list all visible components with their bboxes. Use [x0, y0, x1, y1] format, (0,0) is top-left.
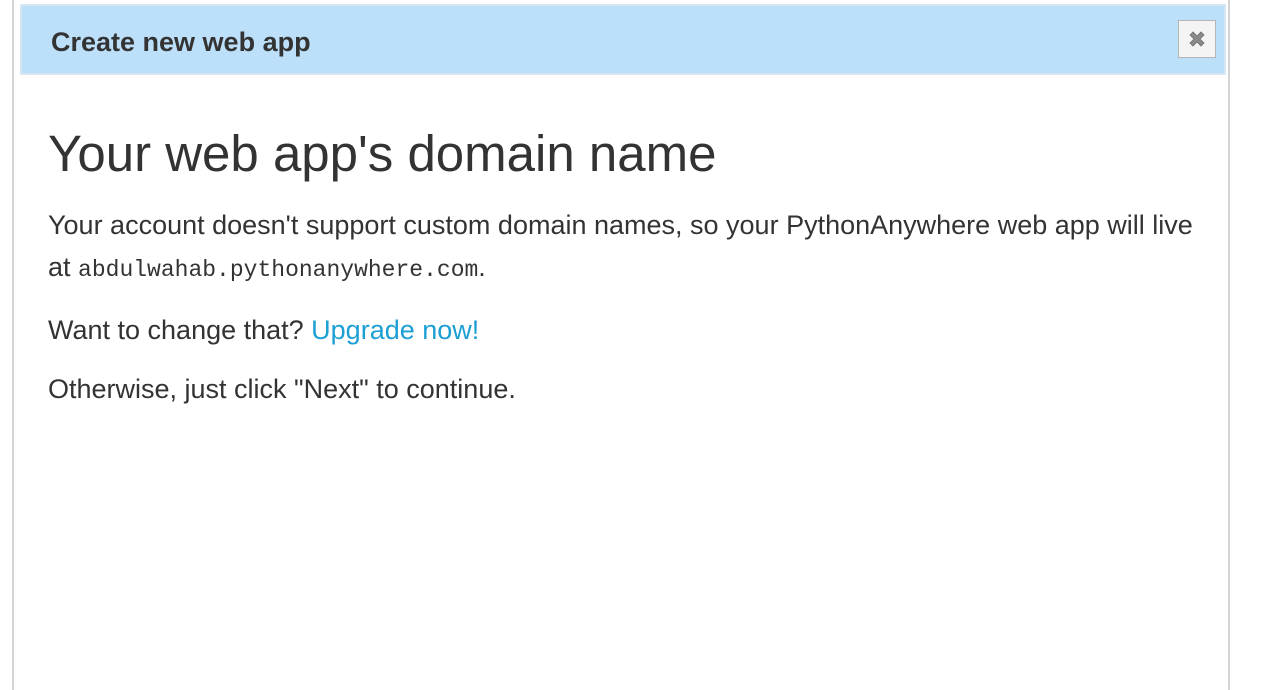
- domain-explanation-end: .: [478, 252, 486, 282]
- page-heading: Your web app's domain name: [48, 125, 717, 182]
- upgrade-now-link[interactable]: Upgrade now!: [311, 315, 479, 345]
- continue-instruction: Otherwise, just click "Next" to continue…: [48, 374, 516, 404]
- close-icon: [1189, 31, 1205, 47]
- upgrade-prompt: Want to change that? Upgrade now!: [48, 309, 1208, 351]
- dialog-content: Your web app's domain name Your account …: [48, 122, 1208, 410]
- create-web-app-dialog: Create new web app Your web app's domain…: [12, 0, 1230, 690]
- domain-name: abdulwahab.pythonanywhere.com: [78, 257, 479, 283]
- close-button[interactable]: [1178, 20, 1216, 58]
- domain-explanation: Your account doesn't support custom doma…: [48, 204, 1208, 291]
- upgrade-prompt-text: Want to change that?: [48, 315, 312, 345]
- dialog-titlebar: Create new web app: [20, 4, 1226, 75]
- dialog-title: Create new web app: [51, 27, 311, 57]
